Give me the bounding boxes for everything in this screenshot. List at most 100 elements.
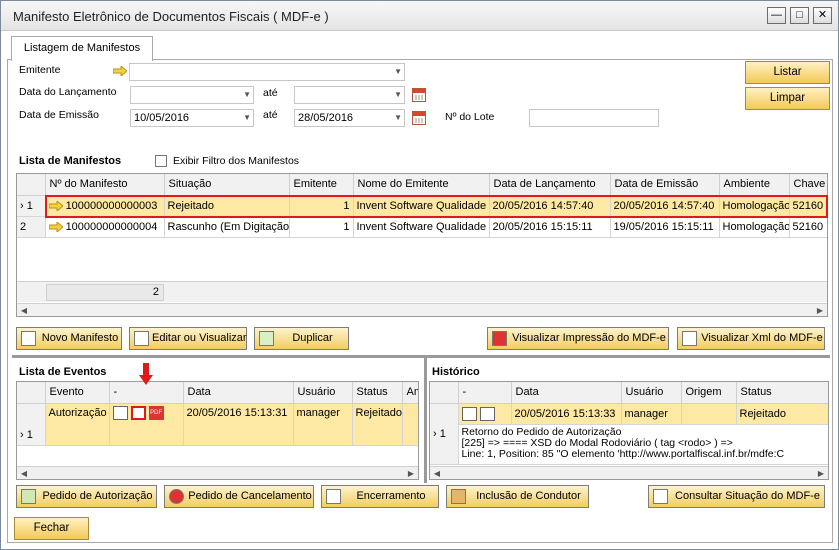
col-status[interactable]: Status [352,382,403,404]
emitente-cell[interactable]: 1 [289,216,354,238]
exibir-filtro-checkbox[interactable] [155,155,167,167]
novo-manifesto-button[interactable]: Novo Manifesto [16,327,122,350]
row-header-corner [17,174,46,196]
tab-content: Emitente ▼ Data do Lançamento ▼ até ▼ Da… [7,60,833,543]
visualizar-xml-button[interactable]: Visualizar Xml do MDF-e [677,327,825,350]
data-emissao-from-field[interactable]: 10/05/2016 ▼ [130,109,254,127]
data-lancamento-from-field[interactable]: ▼ [130,86,254,104]
col-origem[interactable]: Origem [681,382,737,404]
col-emitente[interactable]: Emitente [289,174,354,196]
chevron-down-icon[interactable]: ▼ [243,110,251,126]
numero-cell[interactable]: 100000000000004 [45,216,165,238]
calendar-icon[interactable] [412,88,426,102]
ambiente-cell[interactable]: Homologação [719,216,790,238]
chave-cell[interactable]: 52160 [789,216,827,238]
data-emissao-to-field[interactable]: 28/05/2016 ▼ [294,109,405,127]
approve-icon[interactable] [130,405,146,420]
lote-label: Nº do Lote [445,111,495,123]
listar-button[interactable]: Listar [745,61,830,84]
scroll-right-icon[interactable]: ▶ [404,467,418,479]
col-data-lancamento[interactable]: Data de Lançamento [489,174,611,196]
vertical-splitter[interactable] [424,358,427,483]
duplicar-button[interactable]: Duplicar [254,327,349,350]
title-bar: Manifesto Eletrônico de Documentos Fisca… [1,1,838,31]
pedido-autorizacao-button[interactable]: Pedido de Autorização [16,485,157,508]
horizontal-splitter[interactable] [12,355,830,358]
pdf-icon[interactable]: PDF [148,405,164,420]
query-icon[interactable] [112,405,128,420]
editar-visualizar-button[interactable]: Editar ou Visualizar [129,327,247,350]
col-ambiente[interactable]: Ambiente [719,174,790,196]
data-lancamento-to-field[interactable]: ▼ [294,86,405,104]
row-header-corner [17,382,46,404]
close-button[interactable]: ✕ [813,7,832,24]
detail-row: Retorno do Pedido de Autorização [225] =… [430,424,828,465]
historico-scrollbar[interactable]: ◀ ▶ [430,466,828,479]
minimize-button[interactable]: — [767,7,786,24]
col-numero[interactable]: Nº do Manifesto [45,174,165,196]
maximize-button[interactable]: □ [790,7,809,24]
lote-field[interactable] [529,109,659,127]
col-ambiente[interactable]: Am [402,382,418,404]
scroll-left-icon[interactable]: ◀ [17,304,31,316]
scroll-left-icon[interactable]: ◀ [430,467,444,479]
consultar-situacao-button[interactable]: Consultar Situação do MDF-e [648,485,825,508]
chevron-down-icon[interactable]: ▼ [394,64,402,80]
data-cell[interactable]: 20/05/2016 15:13:33 [511,403,622,425]
emitente-field[interactable]: ▼ [129,63,405,81]
situacao-cell[interactable]: Rascunho (Em Digitação) [164,216,290,238]
eventos-scrollbar[interactable]: ◀ ▶ [17,466,418,479]
status-cell[interactable]: Rejeitado [352,403,403,446]
col-chave[interactable]: Chave [789,174,827,196]
encerramento-button[interactable]: Encerramento [321,485,439,508]
visualizar-impressao-button[interactable]: Visualizar Impressão do MDF-e [487,327,669,350]
exibir-filtro-label: Exibir Filtro dos Manifestos [173,155,300,167]
scroll-right-icon[interactable]: ▶ [814,467,828,479]
chevron-down-icon[interactable]: ▼ [394,110,402,126]
approve-icon[interactable] [479,406,495,421]
emissao-cell[interactable]: 19/05/2016 15:15:11 [610,216,720,238]
row-index[interactable]: › 1 [17,195,46,217]
pedido-cancelamento-button[interactable]: Pedido de Cancelamento [164,485,314,508]
manifestos-scrollbar[interactable]: ◀ ▶ [17,303,827,316]
col-data-emissao[interactable]: Data de Emissão [610,174,720,196]
scroll-left-icon[interactable]: ◀ [17,467,31,479]
col-usuario[interactable]: Usuário [293,382,353,404]
scroll-right-icon[interactable]: ▶ [813,304,827,316]
table-row[interactable]: › 1 20/05/2016 15:13:33 manager Rejeitad… [430,403,828,465]
chevron-down-icon[interactable]: ▼ [394,87,402,103]
driver-icon [451,489,466,504]
link-arrow-icon[interactable] [113,66,127,76]
data-cell[interactable]: 20/05/2016 15:13:31 [183,403,294,446]
col-data[interactable]: Data [511,382,622,404]
col-evento[interactable]: Evento [45,382,110,404]
col-data[interactable]: Data [183,382,294,404]
row-index[interactable]: › 1 [17,403,46,446]
row-index[interactable]: › 1 [430,403,459,465]
row-index[interactable]: 2 [17,216,46,238]
query-icon[interactable] [461,406,477,421]
evento-cell[interactable]: Autorização [45,403,110,446]
col-acoes[interactable]: - [458,382,512,404]
fechar-button[interactable]: Fechar [14,517,89,540]
col-situacao[interactable]: Situação [164,174,290,196]
origem-cell[interactable] [681,403,737,425]
nome-cell[interactable]: Invent Software Qualidade [353,216,490,238]
table-row[interactable]: 2 100000000000004 Rascunho (Em Digitação… [17,216,827,238]
usuario-cell[interactable]: manager [621,403,682,425]
lancamento-cell[interactable]: 20/05/2016 15:15:11 [489,216,611,238]
col-usuario[interactable]: Usuário [621,382,682,404]
calendar-icon[interactable] [412,111,426,125]
inclusao-condutor-button[interactable]: Inclusão de Condutor [446,485,589,508]
ambiente-cell[interactable] [402,403,418,446]
col-acoes[interactable]: - [109,382,184,404]
link-arrow-icon[interactable] [48,220,64,233]
status-cell[interactable]: Rejeitado [736,403,828,425]
limpar-button[interactable]: Limpar [745,87,830,110]
tab-listagem[interactable]: Listagem de Manifestos [11,36,153,61]
col-nome-emitente[interactable]: Nome do Emitente [353,174,490,196]
col-status[interactable]: Status [736,382,828,404]
chevron-down-icon[interactable]: ▼ [243,87,251,103]
table-row[interactable]: › 1 Autorização PDF 20/05/2016 15:13:31 … [17,403,418,446]
usuario-cell[interactable]: manager [293,403,353,446]
